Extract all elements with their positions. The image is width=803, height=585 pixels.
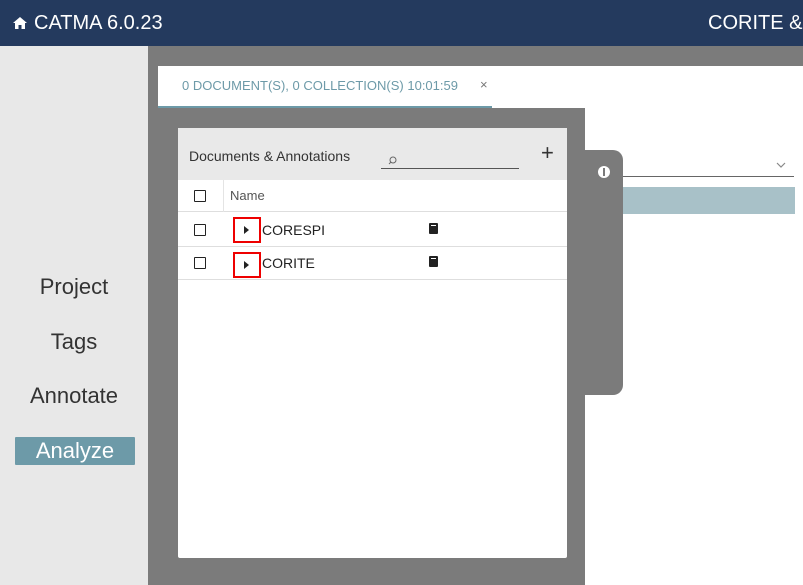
info-icon[interactable] — [598, 166, 610, 178]
expand-button-corespi[interactable] — [233, 217, 261, 243]
document-icon — [429, 256, 438, 267]
nav-tags[interactable]: Tags — [0, 328, 148, 356]
nav-project[interactable]: Project — [0, 273, 148, 301]
row-checkbox[interactable] — [194, 257, 206, 269]
app-brand[interactable]: CATMA 6.0.23 — [12, 12, 163, 34]
caret-right-icon — [244, 226, 249, 234]
tab-bar: 0 DOCUMENT(S), 0 COLLECTION(S) 10:01:59 … — [158, 66, 803, 108]
column-header-name[interactable]: Name — [230, 188, 265, 203]
home-icon — [12, 16, 28, 30]
column-divider — [223, 180, 224, 212]
query-dropdown[interactable] — [596, 176, 794, 177]
documents-panel-title: Documents & Annotations — [189, 148, 351, 164]
select-all-checkbox[interactable] — [194, 190, 206, 202]
project-name: CORITE & — [708, 12, 803, 34]
nav-annotate[interactable]: Annotate — [0, 382, 148, 410]
table-header-row: Name — [178, 180, 567, 212]
document-icon — [429, 223, 438, 234]
tab-close-icon[interactable]: × — [480, 77, 488, 92]
chevron-down-icon[interactable] — [776, 157, 786, 171]
documents-panel: Documents & Annotations + Name CORESPI C… — [178, 128, 567, 558]
query-result-bar[interactable] — [596, 187, 795, 214]
caret-right-icon — [244, 261, 249, 269]
left-navigation: Project Tags Annotate Analyze — [0, 46, 148, 585]
expand-button-corite[interactable] — [233, 252, 261, 278]
nav-analyze[interactable]: Analyze — [15, 437, 135, 465]
document-name[interactable]: CORITE — [262, 255, 315, 271]
analysis-tab[interactable]: 0 DOCUMENT(S), 0 COLLECTION(S) 10:01:59 … — [158, 66, 492, 108]
app-title: CATMA 6.0.23 — [34, 12, 163, 34]
document-name[interactable]: CORESPI — [262, 222, 325, 238]
search-input[interactable] — [381, 168, 519, 169]
row-checkbox[interactable] — [194, 224, 206, 236]
add-document-button[interactable]: + — [541, 142, 554, 164]
side-panel-handle[interactable] — [567, 150, 623, 395]
tab-label: 0 DOCUMENT(S), 0 COLLECTION(S) 10:01:59 — [182, 78, 458, 93]
documents-panel-header: Documents & Annotations + — [178, 128, 567, 180]
app-header: CATMA 6.0.23 CORITE & — [0, 0, 803, 46]
